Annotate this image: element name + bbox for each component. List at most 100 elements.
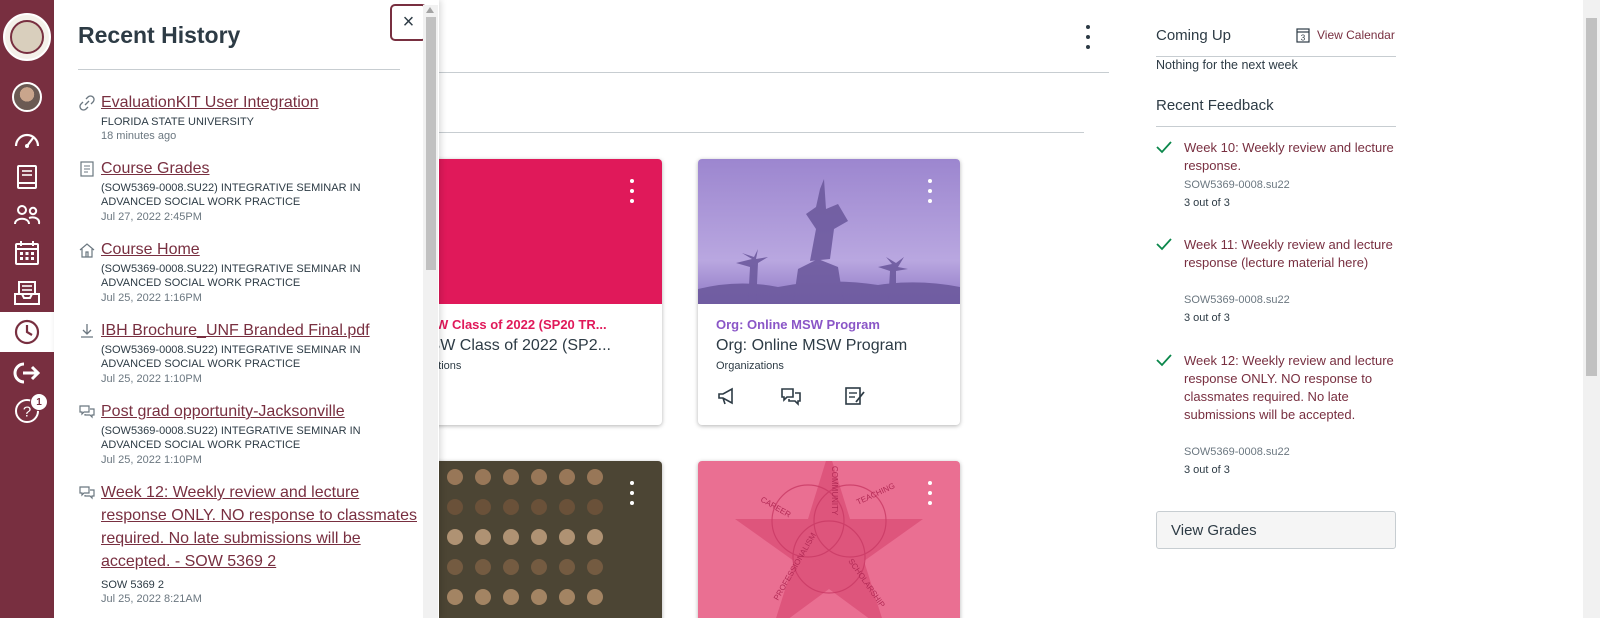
card-hero[interactable]: [400, 461, 662, 618]
help-badge: 1: [30, 393, 48, 411]
announcements-icon[interactable]: [716, 385, 738, 407]
home-icon: [78, 241, 96, 259]
global-navigation: ? 1: [0, 0, 54, 618]
assignments-icon[interactable]: [844, 385, 866, 407]
recent-history-tray: Recent History × EvaluationKIT User Inte…: [54, 0, 439, 618]
nav-inbox[interactable]: [0, 274, 54, 312]
close-button[interactable]: ×: [390, 4, 427, 41]
history-context: (SOW5369-0008.SU22) INTEGRATIVE SEMINAR …: [101, 344, 361, 370]
feedback-title[interactable]: Week 11: Weekly review and lecture respo…: [1184, 236, 1394, 272]
history-time: Jul 25, 2022 1:10PM: [101, 454, 202, 466]
dashboard-options-kebab-icon[interactable]: [1082, 25, 1094, 49]
svg-text:?: ?: [23, 404, 31, 421]
card-hero-image: [698, 159, 960, 304]
discussion-icon: [78, 484, 96, 502]
history-context: FLORIDA STATE UNIVERSITY: [101, 116, 255, 128]
history-time: Jul 25, 2022 8:21AM: [101, 593, 202, 605]
course-card-online-msw[interactable]: Org: Online MSW Program Org: Online MSW …: [698, 159, 960, 425]
card-course-name[interactable]: Org: Online MSW Program: [716, 337, 946, 355]
coming-up-empty-text: Nothing for the next week: [1156, 58, 1298, 72]
history-time: Jul 25, 2022 1:10PM: [101, 373, 202, 385]
card-options-kebab-icon[interactable]: [628, 179, 636, 203]
svg-text:3: 3: [1301, 34, 1306, 43]
scroll-up-arrow-icon[interactable]: [426, 7, 434, 13]
section-divider: [439, 132, 1084, 133]
recent-feedback-divider: [1156, 126, 1396, 127]
discussions-icon[interactable]: [780, 385, 802, 407]
history-context: (SOW5369-0008.SU22) INTEGRATIVE SEMINAR …: [101, 182, 361, 208]
feedback-title[interactable]: Week 12: Weekly review and lecture respo…: [1184, 352, 1394, 424]
card-hero-image: [400, 461, 662, 618]
card-hero[interactable]: [698, 159, 960, 304]
history-link[interactable]: Course Home: [101, 238, 421, 261]
feedback-score: 3 out of 3: [1184, 197, 1230, 209]
history-link[interactable]: Post grad opportunity-Jacksonville: [101, 400, 421, 423]
university-seal-icon: [3, 13, 51, 61]
history-time: 18 minutes ago: [101, 130, 177, 142]
card-hero[interactable]: CAREER TEACHING PROFESSIONALISM SCHOLARS…: [698, 461, 960, 618]
view-grades-button[interactable]: View Grades: [1156, 511, 1396, 549]
svg-text:COMMUNITY: COMMUNITY: [830, 466, 839, 516]
card-options-kebab-icon[interactable]: [926, 179, 934, 203]
nav-calendar[interactable]: [0, 234, 54, 272]
book-icon: [17, 165, 37, 189]
clock-icon: [14, 319, 40, 345]
groups-icon: [14, 205, 41, 225]
header-divider: [439, 72, 1109, 73]
card-course-name[interactable]: CSW Class of 2022 (SP2...: [418, 337, 648, 355]
nav-help[interactable]: ? 1: [0, 392, 54, 430]
course-card-star[interactable]: CAREER TEACHING PROFESSIONALISM SCHOLARS…: [698, 461, 960, 618]
course-card-csw-2022[interactable]: CSW Class of 2022 (SP20 TR... CSW Class …: [400, 159, 662, 425]
feedback-course: SOW5369-0008.su22: [1184, 446, 1290, 458]
history-context: (SOW5369-0008.SU22) INTEGRATIVE SEMINAR …: [101, 263, 361, 289]
grades-icon: [78, 160, 96, 178]
card-options-kebab-icon[interactable]: [628, 481, 636, 505]
checkmark-icon: [1156, 238, 1172, 251]
page-scrollbar-thumb[interactable]: [1586, 18, 1597, 376]
history-link[interactable]: IBH Brochure_UNF Branded Final.pdf: [101, 319, 421, 342]
history-context: (SOW5369-0008.SU22) INTEGRATIVE SEMINAR …: [101, 425, 361, 451]
feedback-course: SOW5369-0008.su22: [1184, 294, 1290, 306]
coming-up-divider: [1156, 56, 1396, 57]
card-action-bar: [716, 385, 886, 409]
logout-icon: [13, 362, 41, 384]
feedback-course: SOW5369-0008.su22: [1184, 179, 1290, 191]
card-hero[interactable]: [400, 159, 662, 304]
close-icon: ×: [402, 11, 415, 33]
tray-scrollbar-thumb[interactable]: [426, 17, 436, 270]
history-context: SOW 5369 2: [101, 579, 164, 591]
checkmark-icon: [1156, 141, 1172, 154]
calendar-icon: [15, 241, 39, 265]
download-icon: [78, 322, 96, 340]
calendar-icon: 3: [1296, 28, 1310, 43]
card-options-kebab-icon[interactable]: [926, 481, 934, 505]
coming-up-heading: Coming Up: [1156, 27, 1232, 44]
nav-groups[interactable]: [0, 196, 54, 234]
feedback-title[interactable]: Week 10: Weekly review and lecture respo…: [1184, 139, 1394, 175]
nav-account[interactable]: [0, 78, 54, 116]
card-course-code[interactable]: Org: Online MSW Program: [716, 317, 946, 332]
history-link[interactable]: EvaluationKIT User Integration: [101, 91, 421, 114]
nav-logout[interactable]: [0, 354, 54, 392]
feedback-score: 3 out of 3: [1184, 312, 1230, 324]
inbox-icon: [14, 281, 40, 305]
nav-dashboard[interactable]: [0, 120, 54, 158]
nav-courses[interactable]: [0, 158, 54, 196]
card-hero-image: CAREER TEACHING PROFESSIONALISM SCHOLARS…: [698, 461, 960, 618]
nav-history[interactable]: [0, 312, 54, 352]
tray-title: Recent History: [78, 22, 241, 48]
checkmark-icon: [1156, 354, 1172, 367]
course-card-faces[interactable]: [400, 461, 662, 618]
avatar: [12, 82, 42, 112]
history-link[interactable]: Week 12: Weekly review and lecture respo…: [101, 481, 426, 573]
view-calendar-link[interactable]: 3 View Calendar: [1296, 26, 1395, 44]
history-time: Jul 27, 2022 2:45PM: [101, 211, 202, 223]
feedback-score: 3 out of 3: [1184, 464, 1230, 476]
history-link[interactable]: Course Grades: [101, 157, 421, 180]
recent-feedback-heading: Recent Feedback: [1156, 97, 1274, 114]
discussion-icon: [78, 403, 96, 421]
card-course-code[interactable]: CSW Class of 2022 (SP20 TR...: [418, 317, 648, 332]
history-time: Jul 25, 2022 1:16PM: [101, 292, 202, 304]
link-icon: [78, 94, 96, 112]
university-logo[interactable]: [0, 8, 54, 66]
